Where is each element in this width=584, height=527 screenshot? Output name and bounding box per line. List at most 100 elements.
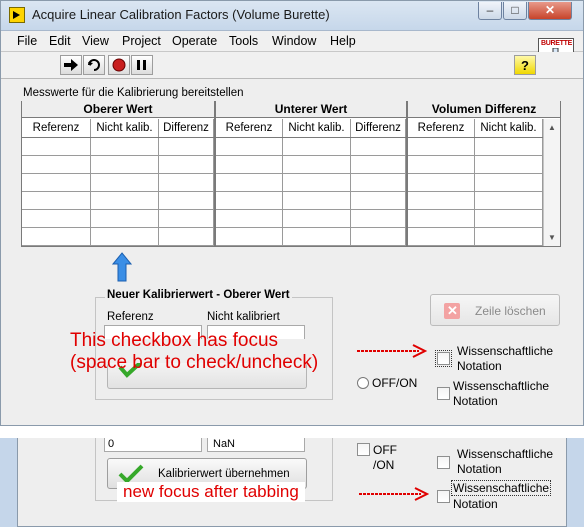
reference-field[interactable]: 0 [104,438,202,452]
table-cell[interactable] [351,228,406,246]
table-cell[interactable] [475,174,543,192]
menu-file[interactable]: File [17,34,37,48]
menu-project[interactable]: Project [122,34,161,48]
table-cell[interactable] [475,228,543,246]
table-cell[interactable] [475,138,543,156]
close-icon[interactable]: ✕ [528,2,572,20]
table-scrollbar[interactable]: ▲ ▼ [543,119,560,246]
table-cell[interactable] [216,156,283,174]
table-cell[interactable] [159,174,214,192]
annotation-new-focus: new focus after tabbing [117,482,305,502]
off-on-radio[interactable] [357,377,369,389]
table-cell[interactable] [159,228,214,246]
table-cell[interactable] [351,138,406,156]
delete-row-button[interactable]: ✕ Zeile löschen [430,294,560,326]
table-cell[interactable] [475,156,543,174]
stop-icon [112,58,126,72]
on-label: /ON [373,458,395,472]
scientific-notation-checkbox[interactable] [437,456,450,469]
table-cell[interactable] [475,210,543,228]
checkbox-label-line2: Notation [457,462,502,476]
table-cell[interactable] [91,138,159,156]
table-cell[interactable] [216,138,283,156]
table-cell[interactable] [216,174,283,192]
minimize-icon[interactable]: – [478,2,502,20]
table-cell[interactable] [91,228,159,246]
scientific-notation-checkbox-focused[interactable] [437,490,450,503]
off-on-checkbox[interactable] [357,443,370,456]
table-cell[interactable] [283,174,351,192]
labview-app-icon [9,7,25,23]
checkmark-icon [118,464,144,484]
table-cell[interactable] [216,210,283,228]
table-cell[interactable] [159,156,214,174]
table-cell[interactable] [216,228,283,246]
abort-button[interactable] [108,55,130,75]
table-cell[interactable] [22,210,91,228]
maximize-icon[interactable]: □ [503,2,527,20]
window-title: Acquire Linear Calibration Factors (Volu… [32,7,330,22]
table-cell[interactable] [408,138,475,156]
table-cell[interactable] [159,138,214,156]
table-cell[interactable] [159,192,214,210]
table-cell[interactable] [91,156,159,174]
group-header-volume-diff: Volumen Differenz [408,101,560,118]
menu-window[interactable]: Window [272,34,316,48]
table-cell[interactable] [351,192,406,210]
scroll-up-icon[interactable]: ▲ [548,123,556,132]
table-cell[interactable] [22,174,91,192]
table-cell[interactable] [475,192,543,210]
table-cell[interactable] [216,192,283,210]
table-cell[interactable] [159,210,214,228]
run-arrow-icon [64,59,78,71]
menu-help[interactable]: Help [330,34,356,48]
scientific-notation-checkbox[interactable] [437,387,450,400]
scientific-notation-checkbox-focused[interactable] [435,350,452,367]
table-cell[interactable] [408,210,475,228]
menu-tools[interactable]: Tools [229,34,258,48]
run-button[interactable] [60,55,82,75]
annotation-focus-line2: (space bar to check/uncheck) [70,352,319,373]
checkbox-label-line1: Wissenschaftliche [453,379,550,393]
table-cell[interactable] [22,156,91,174]
table-cell[interactable] [408,192,475,210]
table-cell[interactable] [408,156,475,174]
window-frame-left [0,438,18,527]
column-header: Differenz [159,119,214,137]
column-header: Nicht kalib. [91,119,159,137]
table-cell[interactable] [22,228,91,246]
delete-icon: ✕ [444,303,460,319]
table-cell[interactable] [351,156,406,174]
uncalibrated-field[interactable]: NaN [207,438,305,452]
table-cell[interactable] [351,210,406,228]
table-cell[interactable] [283,228,351,246]
apply-value-label: Kalibrierwert übernehmen [158,468,290,480]
menu-operate[interactable]: Operate [172,34,217,48]
pause-button[interactable] [131,55,153,75]
table-cell[interactable] [91,192,159,210]
checkbox-label-line1: Wissenschaftliche [457,344,554,358]
column-header: Referenz [22,119,91,137]
column-header: Referenz [216,119,283,137]
checkbox-label-line2: Notation [453,394,498,408]
table-cell[interactable] [283,138,351,156]
scroll-down-icon[interactable]: ▼ [548,233,556,242]
off-label: OFF [373,443,397,457]
table-cell[interactable] [91,210,159,228]
table-cell[interactable] [283,210,351,228]
menu-view[interactable]: View [82,34,109,48]
table-cell[interactable] [408,174,475,192]
table-cell[interactable] [91,174,159,192]
checkbox-label-line2: Notation [457,359,502,373]
table-cell[interactable] [283,156,351,174]
context-help-button[interactable]: ? [514,55,536,75]
table-cell[interactable] [351,174,406,192]
menu-edit[interactable]: Edit [49,34,71,48]
table-cell[interactable] [22,138,91,156]
table-cell[interactable] [408,228,475,246]
table-cell[interactable] [22,192,91,210]
table-cell[interactable] [283,192,351,210]
column-header: Nicht kalib. [475,119,543,137]
logo-text: BURETTE [541,40,572,47]
run-continuously-button[interactable] [83,55,105,75]
